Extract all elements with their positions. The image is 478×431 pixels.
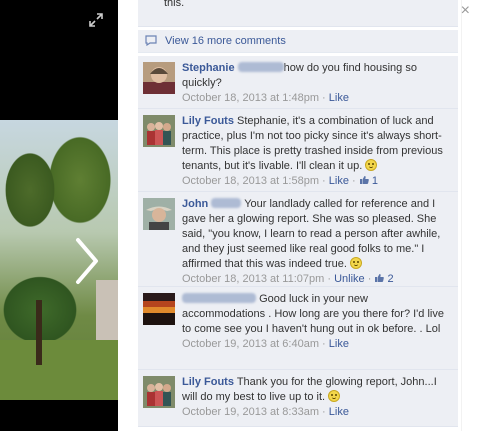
unlike-link[interactable]: Unlike [334,273,365,285]
comment-body: John Your landlady called for reference … [182,197,452,287]
like-link[interactable]: Like [329,175,349,187]
like-link[interactable]: Like [329,338,349,350]
comment-date[interactable]: October 19, 2013 at 6:40am [182,338,319,350]
meta-separator: · [327,273,332,285]
comment-meta: October 19, 2013 at 6:40am · Like [182,337,452,352]
comment-item: Stephanie how do you find housing so qui… [138,56,458,109]
thumbs-up-icon [375,274,385,282]
commenter-name[interactable]: Lily Fouts [182,115,234,127]
avatar[interactable] [143,115,175,147]
comment-meta: October 18, 2013 at 1:58pm · Like · 1 [182,174,452,189]
previous-comment-text: this. [164,0,185,9]
comment-item: Lily Fouts Thank you for the glowing rep… [138,370,458,427]
expand-icon[interactable] [89,13,103,27]
commenter-name[interactable]: Lily Fouts [182,376,234,388]
avatar[interactable] [143,198,175,230]
meta-separator: · [322,175,326,187]
view-more-label[interactable]: View 16 more comments [165,35,286,47]
avatar[interactable] [143,376,175,408]
house-wall [96,280,118,340]
thumbs-up-icon [359,176,369,184]
smiley-icon [349,257,362,269]
comment-meta: October 19, 2013 at 8:33am · Like [182,405,452,420]
smiley-icon [328,390,341,402]
previous-comment-tail: this. [138,0,458,27]
like-count[interactable]: 2 [388,273,394,285]
scrollbar-track[interactable] [461,0,462,431]
comment-body: Lily Fouts Stephanie, it's a combination… [182,114,452,189]
comment-body: Stephanie how do you find housing so qui… [182,61,452,106]
like-link[interactable]: Like [329,406,349,418]
photo-grass [0,340,118,400]
comment-text: Your landlady called for reference and I… [182,198,441,270]
close-icon[interactable]: × [461,3,470,19]
meta-separator: · [322,92,326,104]
commenter-name[interactable]: John [182,198,208,210]
redacted-name [237,62,284,72]
meta-separator: · [322,406,326,418]
meta-separator: · [367,273,372,285]
view-more-comments[interactable]: View 16 more comments [138,30,458,53]
comment-date[interactable]: October 18, 2013 at 1:48pm [182,92,319,104]
next-arrow-icon[interactable] [72,236,102,286]
comment-body: Lily Fouts Thank you for the glowing rep… [182,375,452,420]
redacted-name[interactable] [182,293,256,303]
comment-meta: October 18, 2013 at 1:48pm · Like [182,91,452,106]
avatar[interactable] [143,62,175,94]
redacted-name [211,198,242,208]
comment-item: Lily Fouts Stephanie, it's a combination… [138,109,458,192]
meta-separator: · [352,175,356,187]
like-count[interactable]: 1 [372,175,378,187]
comment-item: John Your landlady called for reference … [138,192,458,287]
comment-date[interactable]: October 18, 2013 at 11:07pm [182,273,324,285]
comment-icon [145,35,157,46]
comment-body: Good luck in your new accommodations . H… [182,292,452,352]
commenter-name[interactable]: Stephanie [182,62,235,74]
comment-date[interactable]: October 18, 2013 at 1:58pm [182,175,319,187]
photo-viewer [0,0,118,431]
smiley-icon [365,159,378,171]
avatar[interactable] [143,293,175,325]
like-link[interactable]: Like [329,92,349,104]
tree-trunk [36,300,42,365]
comment-meta: October 18, 2013 at 11:07pm · Unlike · 2 [182,272,452,287]
meta-separator: · [322,338,326,350]
comment-date[interactable]: October 19, 2013 at 8:33am [182,406,319,418]
comment-item: Good luck in your new accommodations . H… [138,287,458,370]
